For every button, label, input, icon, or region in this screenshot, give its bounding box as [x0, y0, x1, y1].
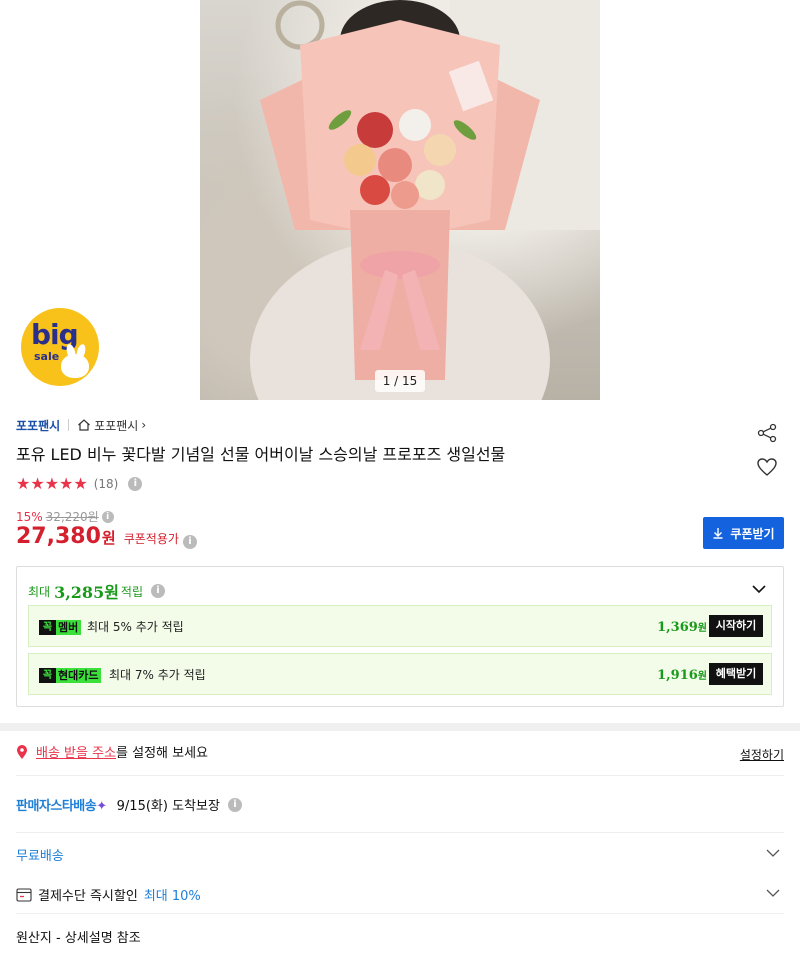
reward-box: 최대 3,285원 적립 i 꼭 멤버 최대 5% 추가 적립 1,369원 시…	[16, 566, 784, 707]
divider	[16, 832, 784, 833]
original-price: 32,220원	[45, 510, 99, 524]
seller-row: 포포팬시 포포팬시 ›	[16, 417, 146, 433]
reward-tag-label: 현대카드	[58, 669, 99, 682]
card-icon	[16, 887, 32, 902]
coupon-applied-label: 쿠폰적용가	[123, 532, 179, 546]
download-icon	[713, 528, 723, 539]
price-unit: 원	[101, 529, 116, 547]
discount-rate: 15%	[16, 509, 43, 524]
location-pin-icon	[17, 744, 27, 759]
address-hint: 를 설정해 보세요	[116, 746, 209, 761]
product-title: 포유 LED 비누 꽃다발 기념일 선물 어버이날 스승의날 프로포즈 생일선물	[16, 445, 506, 464]
coupon-download-button[interactable]: 쿠폰받기	[703, 517, 784, 549]
reward-tag: 꼭 현대카드	[39, 668, 102, 683]
reward-tag-label: 멤버	[58, 621, 79, 634]
coupon-button-label: 쿠폰받기	[730, 526, 775, 541]
reward-amount: 3,285원	[54, 583, 119, 602]
star-delivery-row: 판매자스타배송✦ 9/15(화) 도착보장 i	[16, 795, 242, 814]
chevron-down-icon[interactable]	[765, 885, 781, 901]
store-name: 포포팬시	[94, 418, 139, 433]
reward-suffix: 적립	[120, 584, 144, 599]
reward-desc: 최대 5% 추가 적립	[87, 620, 184, 634]
info-icon[interactable]: i	[128, 476, 143, 491]
origin-info: 원산지 - 상세설명 참조	[16, 931, 141, 946]
address-link[interactable]: 배송 받을 주소	[36, 742, 116, 761]
info-icon[interactable]: i	[182, 535, 197, 549]
reward-item-member: 꼭 멤버 최대 5% 추가 적립 1,369원 시작하기	[28, 605, 772, 647]
set-address-link[interactable]: 설정하기	[740, 746, 784, 763]
seller-brand-link[interactable]: 포포팬시	[16, 417, 60, 434]
review-count[interactable]: (18)	[94, 477, 119, 491]
rating-stars: ★★★★★	[16, 474, 88, 493]
heart-icon[interactable]	[756, 456, 778, 478]
kkok-icon: 꼭	[39, 668, 56, 683]
address-row: 배송 받을 주소 를 설정해 보세요	[16, 742, 208, 761]
info-icon[interactable]: i	[101, 510, 114, 523]
info-icon[interactable]: i	[227, 797, 242, 812]
sale-price: 27,380	[16, 524, 101, 549]
chevron-right-icon: ›	[141, 418, 147, 432]
home-icon	[78, 419, 91, 431]
divider	[16, 775, 784, 776]
share-icon[interactable]	[756, 422, 778, 444]
rating-row[interactable]: ★★★★★ (18) i	[16, 474, 143, 493]
reward-prefix: 최대	[28, 584, 51, 599]
info-icon[interactable]: i	[151, 584, 166, 598]
arrival-guarantee: 9/15(화) 도착보장	[116, 799, 220, 814]
get-benefit-button[interactable]: 혜택받기	[709, 663, 763, 685]
reward-tag: 꼭 멤버	[39, 620, 82, 635]
big-sale-badge: big sale	[21, 308, 99, 386]
reward-desc: 최대 7% 추가 적립	[109, 668, 206, 682]
divider	[68, 419, 70, 431]
divider	[16, 913, 784, 914]
chevron-down-icon[interactable]	[751, 581, 767, 597]
store-link[interactable]: 포포팬시 ›	[77, 417, 146, 434]
reward-item-amount: 1,916원	[657, 668, 707, 683]
bouquet-illustration	[250, 0, 600, 400]
image-counter: 1 / 15	[375, 370, 425, 392]
star-delivery-logo: 판매자스타배송✦	[16, 799, 107, 814]
kkok-icon: 꼭	[39, 620, 56, 635]
reward-item-amount: 1,369원	[657, 620, 707, 635]
discount-row: 15% 32,220원 i	[16, 508, 114, 525]
reward-summary: 최대 3,285원 적립 i	[28, 579, 166, 603]
payment-discount-row[interactable]: 결제수단 즉시할인 최대 10%	[16, 885, 201, 904]
price-row: 27,380 원 쿠폰적용가 i	[16, 524, 197, 549]
product-image[interactable]	[200, 0, 600, 400]
payment-discount-label: 결제수단 즉시할인	[38, 889, 138, 904]
payment-discount-max: 최대 10%	[143, 889, 201, 904]
bunny-icon	[61, 354, 89, 378]
free-shipping[interactable]: 무료배송	[16, 845, 64, 864]
start-button[interactable]: 시작하기	[709, 615, 763, 637]
badge-sale-text: sale	[34, 350, 60, 363]
section-divider	[0, 723, 800, 731]
chevron-down-icon[interactable]	[765, 845, 781, 861]
reward-item-card: 꼭 현대카드 최대 7% 추가 적립 1,916원 혜택받기	[28, 653, 772, 695]
